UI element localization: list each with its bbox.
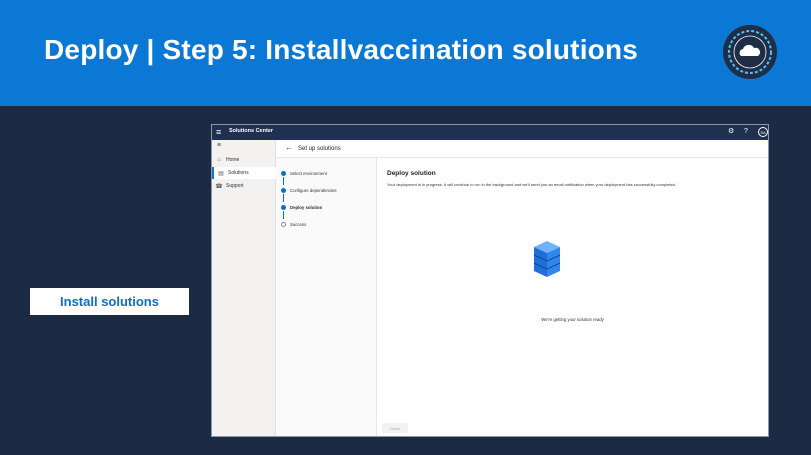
step-label: Select environment [290,170,327,176]
install-solutions-label: Install solutions [30,288,189,315]
step-label: Success [290,221,307,227]
content-description: Your deployment is in progress. It will … [387,182,676,187]
gear-icon[interactable]: ⚙ [728,128,734,136]
page-title: Set up solutions [298,146,341,152]
left-nav: ≡ ⌂ Home ▤ Solutions ☎ Support [212,140,276,436]
help-icon[interactable]: ? [744,128,748,136]
waffle-icon[interactable]: ≡ [216,127,221,137]
done-button[interactable]: Done [382,423,408,433]
nav-item-label: Support [226,183,244,189]
deploy-content: Deploy solution Your deployment is in pr… [377,158,768,436]
step-done-icon [281,170,286,176]
solutions-icon: ▤ [218,170,224,177]
progress-status: We're getting your solution ready [541,317,604,322]
slide-title: Deploy | Step 5: Installvaccination solu… [44,34,639,65]
back-arrow-icon[interactable]: ← [285,143,293,152]
step-item: Success [281,219,306,229]
nav-item-home[interactable]: ⌂ Home [212,154,276,166]
avatar[interactable]: SA [758,127,768,137]
page-header: ← Set up solutions [276,140,768,158]
step-current-icon [281,204,286,210]
app-name: Solutions Center [229,128,274,134]
nav-item-label: Home [226,157,240,163]
app-screenshot: ≡ Solutions Center ⚙ ? SA ≡ ⌂ Home ▤ Sol… [211,124,769,437]
nav-item-solutions[interactable]: ▤ Solutions [212,167,276,179]
step-pending-icon [281,221,286,227]
server-stack-icon [534,241,560,277]
content-title: Deploy solution [387,170,436,177]
app-topbar: ≡ Solutions Center ⚙ ? SA [212,125,768,140]
support-icon: ☎ [215,183,223,190]
step-item: Deploy solution [281,202,322,212]
step-connector [283,194,284,202]
nav-item-support[interactable]: ☎ Support [212,180,276,192]
step-connector [283,177,284,185]
step-item: Configure dependencies [281,185,337,195]
step-item: Select environment [281,168,327,178]
step-connector [283,211,284,219]
slide-banner: Deploy | Step 5: Installvaccination solu… [0,0,811,106]
nav-item-label: Solutions [228,170,249,176]
step-list: Select environment Configure dependencie… [276,158,377,436]
home-icon: ⌂ [217,157,221,163]
step-done-icon [281,187,286,193]
hamburger-icon[interactable]: ≡ [217,142,221,149]
step-label: Deploy solution [290,204,323,210]
cloud-badge-icon [723,25,777,79]
step-label: Configure dependencies [290,187,337,193]
